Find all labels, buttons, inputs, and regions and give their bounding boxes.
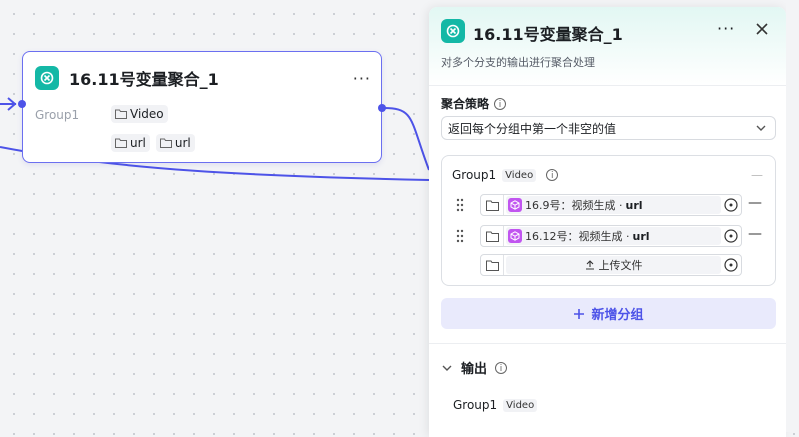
info-icon[interactable]: i xyxy=(495,361,508,374)
variable-aggregator-node[interactable]: 16.11号变量聚合_1 ··· Group1 Video url url xyxy=(18,51,386,163)
node-group-label: Group1 xyxy=(35,108,80,122)
node-group-vars: url url xyxy=(111,134,195,152)
folder-icon xyxy=(115,109,127,119)
target-icon[interactable] xyxy=(721,226,741,246)
panel-header: 16.11号变量聚合_1 ··· 对多个分支的输出进行聚合处理 xyxy=(429,7,786,86)
remove-group-icon[interactable]: — xyxy=(751,168,763,182)
drag-handle-icon[interactable] xyxy=(456,229,464,243)
output-section-header[interactable]: 输出 i xyxy=(441,358,508,377)
chevron-down-icon xyxy=(442,365,452,371)
folder-icon xyxy=(481,255,504,275)
variable-reference: 16.12号：视频生成 · url xyxy=(506,227,721,245)
node-title: 16.11号变量聚合_1 xyxy=(69,70,219,89)
strategy-value: 返回每个分组中第一个非空的值 xyxy=(448,121,617,136)
folder-icon xyxy=(115,138,127,148)
input-port[interactable] xyxy=(18,100,26,108)
upload-icon xyxy=(585,260,594,270)
variable-reference: 16.9号：视频生成 · url xyxy=(506,196,721,214)
node-tag-video: Video xyxy=(111,105,168,123)
aggregate-icon xyxy=(441,19,465,43)
panel-title[interactable]: 16.11号变量聚合_1 xyxy=(473,21,623,45)
remove-variable-icon[interactable]: — xyxy=(748,195,762,211)
node-tag-url: url xyxy=(111,134,150,152)
panel-description[interactable]: 对多个分支的输出进行聚合处理 xyxy=(441,54,595,70)
node-tag-url: url xyxy=(155,134,195,152)
strategy-select[interactable]: 返回每个分组中第一个非空的值 xyxy=(441,116,776,140)
node-header: 16.11号变量聚合_1 ··· xyxy=(35,64,371,92)
upload-row: 上传文件 xyxy=(456,254,761,276)
strategy-label-row: 聚合策略 i xyxy=(441,95,507,112)
node-settings-panel: 16.11号变量聚合_1 ··· 对多个分支的输出进行聚合处理 聚合策略 i 返… xyxy=(429,7,786,437)
strategy-label: 聚合策略 xyxy=(441,97,490,111)
node-more-button[interactable]: ··· xyxy=(353,69,371,88)
target-icon[interactable] xyxy=(721,195,741,215)
output-port[interactable] xyxy=(378,104,386,112)
plus-icon xyxy=(574,308,585,319)
variable-reference-field[interactable]: 16.12号：视频生成 · url xyxy=(480,225,742,247)
panel-more-button[interactable]: ··· xyxy=(717,19,735,38)
canvas-right-edge xyxy=(786,0,799,432)
info-icon[interactable]: i xyxy=(546,169,559,181)
output-group-name: Group1 xyxy=(453,398,498,412)
close-icon[interactable] xyxy=(754,21,770,37)
folder-icon xyxy=(481,195,504,215)
add-group-button[interactable]: 新增分组 xyxy=(441,298,776,329)
output-label: 输出 xyxy=(461,362,488,377)
node-group-type: Video xyxy=(111,105,168,123)
aggregate-icon xyxy=(35,66,59,90)
output-group: Group1 Video xyxy=(453,398,538,412)
group-header: Group1 Video i xyxy=(452,168,559,182)
drag-handle-icon[interactable] xyxy=(456,198,464,212)
upload-file-field[interactable]: 上传文件 xyxy=(480,254,742,276)
chevron-down-icon xyxy=(756,125,766,131)
variable-row: 16.12号：视频生成 · url — xyxy=(456,225,762,247)
remove-variable-icon[interactable]: — xyxy=(748,226,762,242)
group-name[interactable]: Group1 xyxy=(452,168,496,182)
video-node-icon xyxy=(508,229,522,243)
video-node-icon xyxy=(508,198,522,212)
section-divider xyxy=(429,343,786,344)
output-type-badge: Video xyxy=(503,398,538,412)
info-icon[interactable]: i xyxy=(494,97,507,110)
folder-icon xyxy=(481,226,504,246)
group-card: Group1 Video i — 16.9号：视频生成 · url — 16.1… xyxy=(441,155,776,286)
target-icon[interactable] xyxy=(721,255,741,275)
folder-icon xyxy=(159,138,172,148)
variable-reference-field[interactable]: 16.9号：视频生成 · url xyxy=(480,194,742,216)
group-type-badge: Video xyxy=(502,168,537,182)
upload-button[interactable]: 上传文件 xyxy=(506,256,721,274)
variable-row: 16.9号：视频生成 · url — xyxy=(456,194,762,216)
